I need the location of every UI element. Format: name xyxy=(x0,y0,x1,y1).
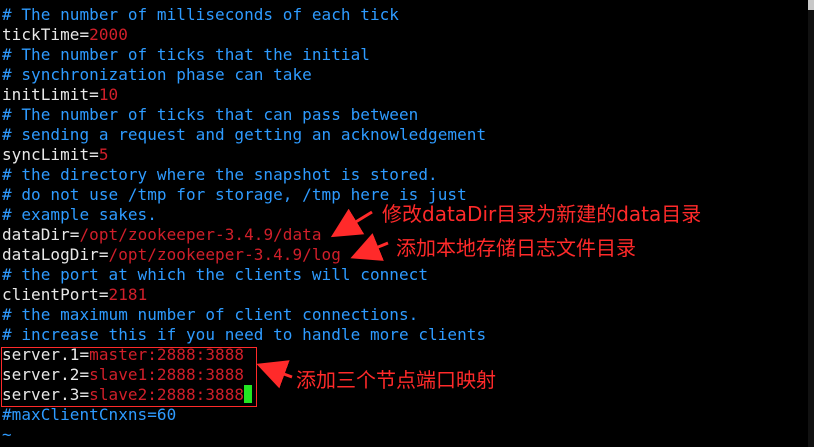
config-value: 10 xyxy=(98,85,119,104)
config-key: clientPort= xyxy=(2,285,109,304)
annotation-datadir: 修改dataDir目录为新建的data目录 xyxy=(382,202,702,226)
comment-text: # The number of ticks that can pass betw… xyxy=(2,105,419,124)
editor-line: # The number of ticks that the initial xyxy=(2,45,370,65)
config-value: 5 xyxy=(98,145,109,164)
config-value: 2181 xyxy=(108,285,148,304)
comment-text: # example sakes. xyxy=(2,205,157,224)
editor-line: # increase this if you need to handle mo… xyxy=(2,325,486,345)
editor-line: # the directory where the snapshot is st… xyxy=(2,165,438,185)
config-key: dataLogDir= xyxy=(2,245,109,264)
editor-line: # The number of ticks that can pass betw… xyxy=(2,105,418,125)
editor-line: # the port at which the clients will con… xyxy=(2,265,428,285)
comment-text: #maxClientCnxns=60 xyxy=(2,405,177,424)
config-value: /opt/zookeeper-3.4.9/log xyxy=(108,245,341,264)
editor-line: # the maximum number of client connectio… xyxy=(2,305,418,325)
editor-line: tickTime=2000 xyxy=(2,25,128,45)
editor-line: #maxClientCnxns=60 xyxy=(2,405,176,425)
annotation-servers: 添加三个节点端口映射 xyxy=(296,368,496,392)
config-key: syncLimit= xyxy=(2,145,99,164)
editor-line: initLimit=10 xyxy=(2,85,118,105)
config-value: 2000 xyxy=(89,25,128,44)
comment-text: # The number of milliseconds of each tic… xyxy=(2,5,399,24)
comment-text: # the maximum number of client connectio… xyxy=(2,305,419,324)
comment-text: # synchronization phase can take xyxy=(2,65,312,84)
scrollbar[interactable] xyxy=(808,0,814,447)
config-value: /opt/zookeeper-3.4.9/data xyxy=(79,225,322,244)
editor-line: # sending a request and getting an ackno… xyxy=(2,125,486,145)
editor-line: ~ xyxy=(2,425,12,445)
empty-line-tilde: ~ xyxy=(2,425,12,444)
editor-line: dataLogDir=/opt/zookeeper-3.4.9/log xyxy=(2,245,341,265)
editor-line: syncLimit=5 xyxy=(2,145,109,165)
editor-line: # synchronization phase can take xyxy=(2,65,312,85)
config-key: dataDir= xyxy=(2,225,80,244)
comment-text: # The number of ticks that the initial xyxy=(2,45,370,64)
annotation-datalogdir: 添加本地存储日志文件目录 xyxy=(396,236,636,260)
editor-line: clientPort=2181 xyxy=(2,285,147,305)
config-key: tickTime= xyxy=(2,25,90,44)
comment-text: # increase this if you need to handle mo… xyxy=(2,325,487,344)
config-key: initLimit= xyxy=(2,85,99,104)
servers-highlight-box xyxy=(1,347,257,407)
scrollbar-thumb[interactable] xyxy=(808,0,814,10)
comment-text: # the directory where the snapshot is st… xyxy=(2,165,438,184)
comment-text: # sending a request and getting an ackno… xyxy=(2,125,487,144)
comment-text: # the port at which the clients will con… xyxy=(2,265,429,284)
editor-line: # example sakes. xyxy=(2,205,157,225)
editor-line: # The number of milliseconds of each tic… xyxy=(2,5,399,25)
editor-line: dataDir=/opt/zookeeper-3.4.9/data xyxy=(2,225,322,245)
